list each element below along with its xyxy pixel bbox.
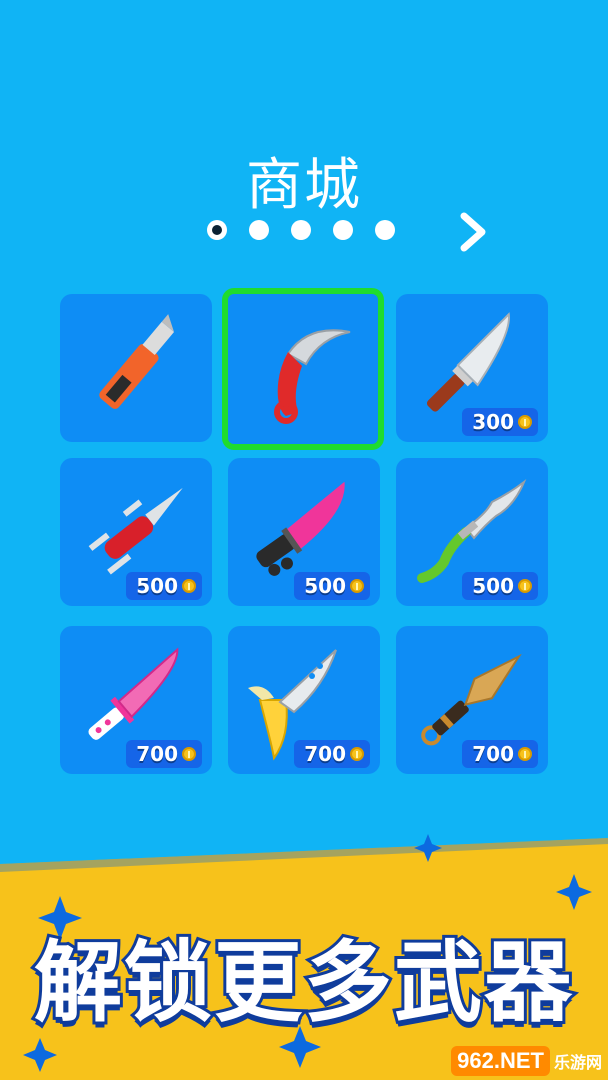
shop-item-utility-knife[interactable] — [60, 294, 212, 442]
shop-item-kris-dagger[interactable]: 500 — [396, 458, 548, 606]
price-tag: 700 — [462, 740, 538, 768]
coin-icon — [182, 579, 196, 593]
price-tag: 500 — [462, 572, 538, 600]
shop-item-pink-combat-knife[interactable]: 500 — [228, 458, 380, 606]
page-dot-5[interactable] — [375, 220, 395, 240]
coin-icon — [518, 747, 532, 761]
coin-icon — [518, 579, 532, 593]
shop-item-kunai[interactable]: 700 — [396, 626, 548, 774]
coin-icon — [350, 747, 364, 761]
chevron-right-icon[interactable] — [454, 208, 494, 256]
page-indicator — [207, 220, 395, 240]
watermark-sub: 乐游网 — [553, 1053, 602, 1072]
watermark: 962.NET 乐游网 — [451, 1046, 602, 1076]
coin-icon — [518, 415, 532, 429]
price-tag: 700 — [294, 740, 370, 768]
shop-item-pink-heart-dagger[interactable]: 700 — [60, 626, 212, 774]
price-tag: 500 — [126, 572, 202, 600]
shop-item-banana-knife[interactable]: 700 — [228, 626, 380, 774]
page-dot-4[interactable] — [333, 220, 353, 240]
price-value: 500 — [304, 574, 346, 598]
watermark-brand: 962.NET — [451, 1046, 550, 1076]
page-dot-3[interactable] — [291, 220, 311, 240]
price-value: 700 — [304, 742, 346, 766]
page-dot-2[interactable] — [249, 220, 269, 240]
utility-knife-icon — [99, 314, 175, 409]
shop-item-chef-knife[interactable]: 300 — [396, 294, 548, 442]
price-tag: 300 — [462, 408, 538, 436]
coin-icon — [350, 579, 364, 593]
coin-icon — [182, 747, 196, 761]
shop-grid: 300 500 500 500 700 700 700 — [58, 288, 550, 776]
price-tag: 700 — [126, 740, 202, 768]
price-value: 300 — [472, 410, 514, 434]
shop-item-swiss-army-knife[interactable]: 500 — [60, 458, 212, 606]
karambit-icon — [274, 329, 351, 424]
page-title: 商城 — [246, 153, 362, 218]
price-tag: 500 — [294, 572, 370, 600]
price-value: 500 — [136, 574, 178, 598]
shop-item-karambit[interactable] — [222, 288, 384, 450]
price-value: 500 — [472, 574, 514, 598]
price-value: 700 — [136, 742, 178, 766]
page-dot-1[interactable] — [207, 220, 227, 240]
banner-text: 解锁更多武器 — [31, 928, 575, 1037]
price-value: 700 — [472, 742, 514, 766]
